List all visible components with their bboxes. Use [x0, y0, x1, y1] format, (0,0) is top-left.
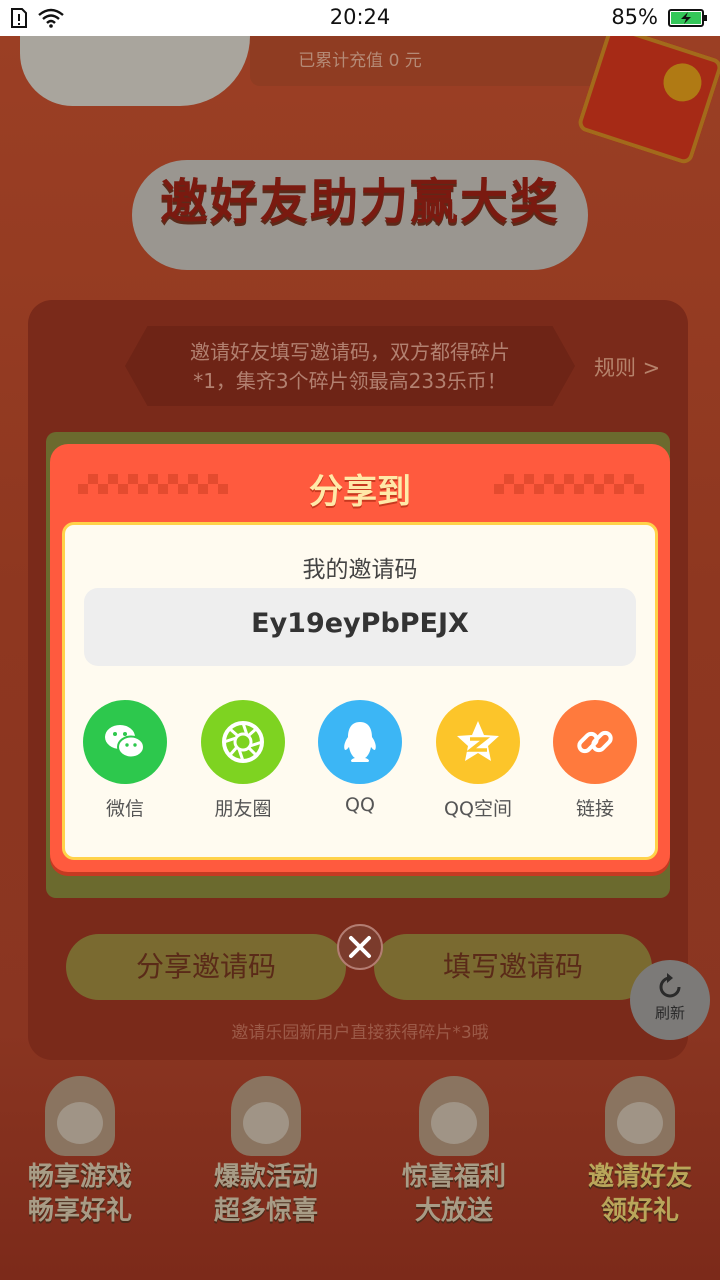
invite-code-label: 我的邀请码: [302, 557, 418, 583]
share-qq-button[interactable]: QQ: [300, 700, 420, 816]
refresh-icon: [659, 973, 681, 998]
intro-line-2: *1，集齐3个碎片领最高233乐币！: [193, 369, 507, 393]
recharge-total-text: 已累计充值 0 元: [298, 51, 422, 71]
nav-item-welfare[interactable]: 惊喜福利 大放送: [374, 1076, 534, 1236]
nav-label-line2: 超多惊喜: [213, 1196, 318, 1226]
nav-label-line1: 畅享游戏: [27, 1162, 132, 1192]
mascot-image: [45, 1076, 115, 1156]
status-bar: 20:24 85%: [0, 0, 720, 36]
share-option-label: 微信: [105, 798, 144, 820]
fill-code-button[interactable]: 填写邀请码: [374, 934, 652, 1000]
close-icon: [349, 936, 371, 958]
mascot-image: [419, 1076, 489, 1156]
battery-charging-icon: [668, 9, 707, 27]
close-dialog-button[interactable]: [337, 924, 383, 970]
intro-text: 邀请好友填写邀请码，双方都得碎片 *1，集齐3个碎片领最高233乐币！: [140, 338, 560, 396]
mascot-image: [605, 1076, 675, 1156]
refresh-label: 刷新: [654, 1004, 685, 1022]
nav-item-invite[interactable]: 邀请好友 领好礼: [560, 1076, 720, 1236]
share-link-button[interactable]: 链接: [535, 700, 655, 821]
battery-percent: 85%: [611, 5, 658, 29]
share-option-label: 朋友圈: [214, 798, 272, 820]
refresh-button[interactable]: 刷新: [630, 960, 710, 1040]
nav-label-line2: 畅享好礼: [27, 1196, 132, 1226]
nav-item-events[interactable]: 爆款活动 超多惊喜: [186, 1076, 346, 1236]
share-wechat-button[interactable]: 微信: [65, 700, 185, 821]
snow-cloud-decoration: [20, 36, 250, 106]
nav-label-line1: 惊喜福利: [401, 1162, 506, 1192]
nav-label-line2: 领好礼: [600, 1196, 679, 1226]
link-icon: [553, 700, 637, 784]
intro-line-1: 邀请好友填写邀请码，双方都得碎片: [190, 340, 510, 364]
dialog-title: 分享到: [309, 472, 411, 512]
share-moments-button[interactable]: 朋友圈: [183, 700, 303, 821]
moments-icon: [201, 700, 285, 784]
invite-code-value[interactable]: Ey19eyPbPEJX: [84, 608, 636, 639]
share-option-label: 链接: [575, 798, 614, 820]
nav-label-line2: 大放送: [414, 1196, 493, 1226]
nav-label-line1: 邀请好友: [587, 1162, 692, 1192]
share-qzone-button[interactable]: QQ空间: [418, 700, 538, 821]
mascot-image: [231, 1076, 301, 1156]
qq-icon: [318, 700, 402, 784]
nav-label-line1: 爆款活动: [213, 1162, 318, 1192]
share-option-label: QQ空间: [444, 798, 512, 820]
nav-item-games[interactable]: 畅享游戏 畅享好礼: [0, 1076, 160, 1236]
footer-note: 邀请乐园新用户直接获得碎片*3哦: [231, 1023, 489, 1043]
rules-link[interactable]: 规则 >: [594, 352, 660, 382]
page-title: 邀好友助力赢大奖: [159, 174, 560, 230]
share-code-button[interactable]: 分享邀请码: [66, 934, 346, 1000]
qzone-icon: [436, 700, 520, 784]
wechat-icon: [83, 700, 167, 784]
share-option-label: QQ: [345, 794, 375, 816]
